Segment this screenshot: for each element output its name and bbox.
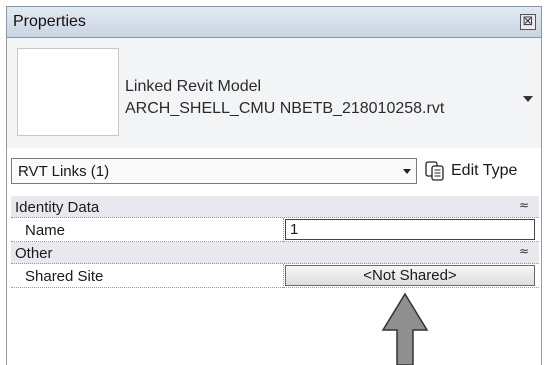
property-label: Name	[25, 222, 66, 239]
section-identity-data[interactable]: Identity Data ≈	[11, 196, 539, 218]
property-label: Shared Site	[25, 268, 104, 285]
edit-type-label: Edit Type	[451, 162, 518, 179]
instance-filter-dropdown[interactable]: RVT Links (1)	[11, 158, 417, 184]
type-preview-thumbnail	[17, 48, 119, 136]
section-title: Other	[15, 245, 53, 262]
property-row-name: Name 1	[11, 218, 539, 242]
edit-type-button[interactable]: Edit Type	[425, 156, 539, 186]
name-value: 1	[290, 221, 299, 238]
property-row-shared-site: Shared Site <Not Shared>	[11, 264, 539, 288]
section-other[interactable]: Other ≈	[11, 242, 539, 264]
collapse-icon[interactable]: ≈	[519, 198, 529, 212]
type-selector[interactable]: Linked Revit Model ARCH_SHELL_CMU NBETB_…	[7, 38, 541, 148]
callout-arrow-icon	[381, 292, 429, 365]
type-file-name: ARCH_SHELL_CMU NBETB_218010258.rvt	[125, 100, 445, 117]
instance-selector-row: RVT Links (1) Edit Type	[11, 156, 539, 186]
panel-title: Properties	[13, 13, 86, 30]
chevron-down-icon[interactable]	[403, 169, 411, 174]
instance-filter-value: RVT Links (1)	[18, 163, 110, 180]
edit-type-icon	[425, 161, 444, 181]
collapse-icon[interactable]: ≈	[519, 244, 529, 258]
name-field[interactable]: 1	[285, 219, 535, 240]
properties-panel: Linked Revit Model ARCH_SHELL_CMU NBETB_…	[6, 38, 542, 365]
section-title: Identity Data	[15, 199, 100, 216]
close-icon[interactable]: ⊠	[520, 14, 536, 30]
properties-title-bar: Properties ⊠	[6, 6, 542, 38]
properties-grid: Identity Data ≈ Name 1 Other ≈ Shared Si…	[11, 196, 539, 288]
shared-site-button[interactable]: <Not Shared>	[285, 265, 535, 286]
type-selector-dropdown-icon[interactable]	[523, 96, 533, 102]
type-category-label: Linked Revit Model	[125, 78, 262, 95]
